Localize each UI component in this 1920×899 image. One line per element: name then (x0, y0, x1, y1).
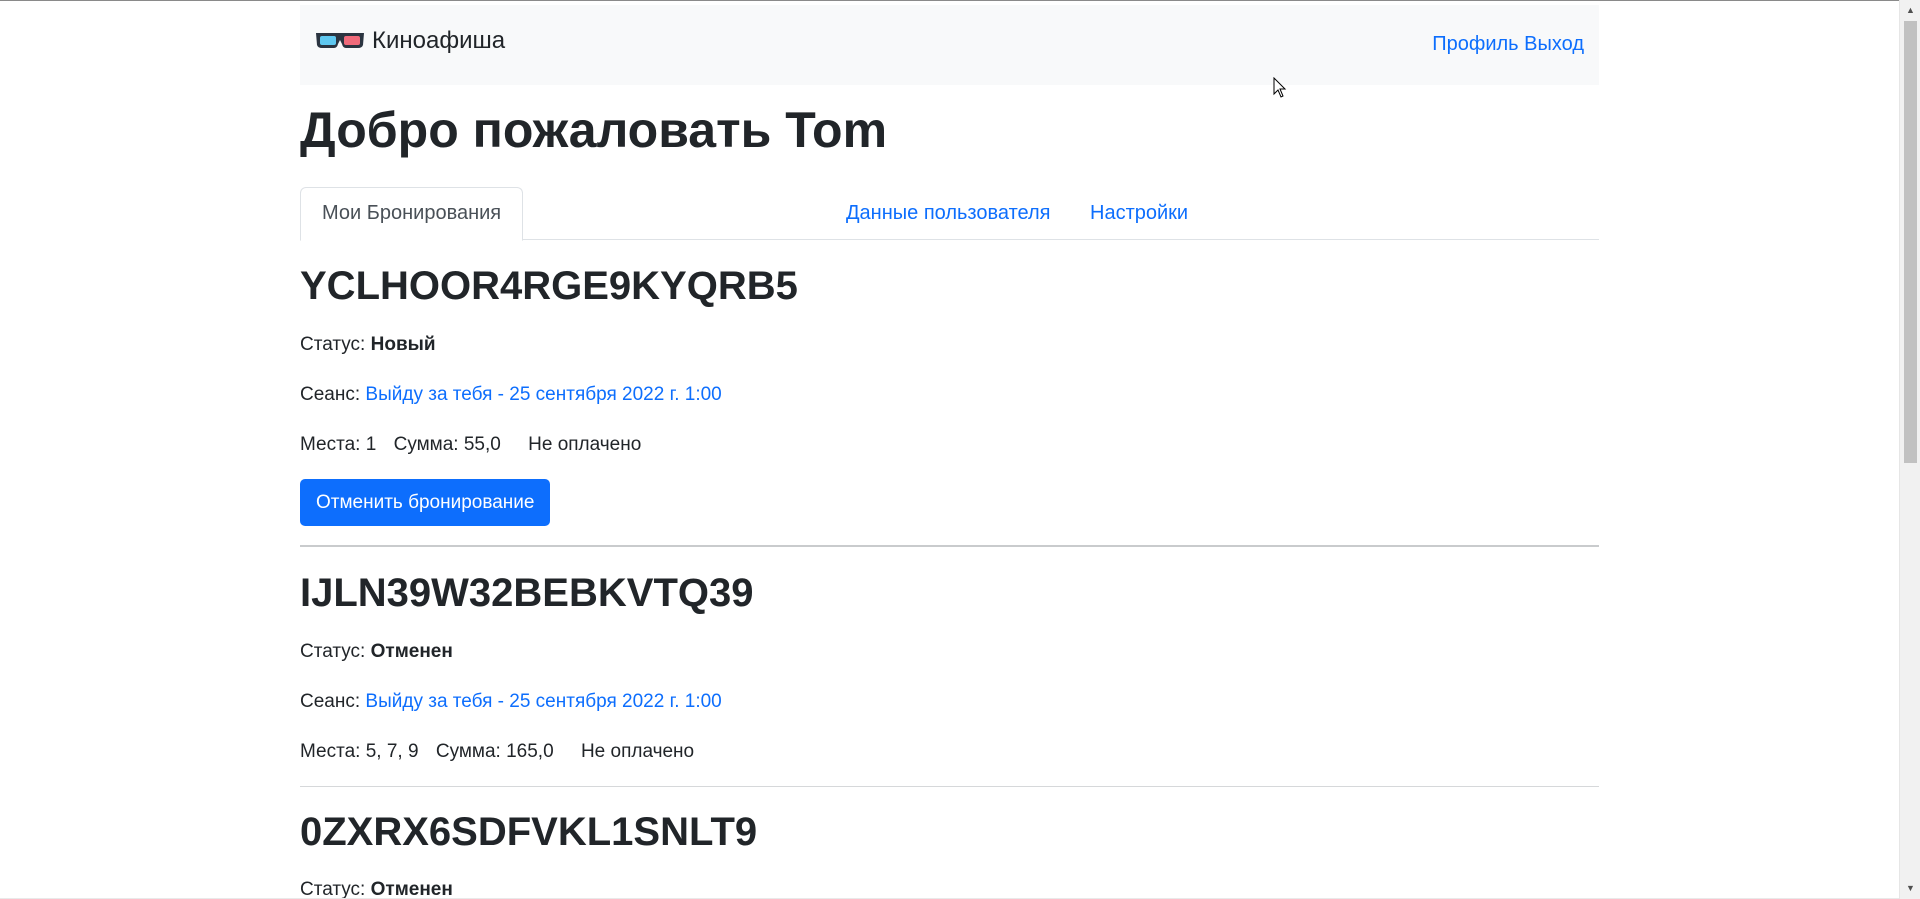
sum-value: 55,0 (463, 434, 501, 455)
profile-link[interactable]: Профиль (1432, 33, 1518, 55)
booking-divider (300, 786, 1599, 787)
tabs-bar: Мои Бронирования Данные пользователя Нас… (300, 187, 1599, 241)
booking-details-line: Места: 1 Сумма: 55,0 Не оплачено (300, 432, 641, 458)
page-title: Добро пожаловать Tom (300, 102, 888, 158)
booking-status-line: Статус: Отменен (300, 877, 453, 899)
sum-value: 165,0 (506, 741, 554, 762)
status-label: Статус: (300, 641, 366, 662)
payment-status: Не оплачено (580, 741, 695, 762)
booking-session-line: Сеанс: Выйду за тебя - 25 сентября 2022 … (300, 689, 722, 715)
session-label: Сеанс: (300, 691, 361, 712)
tab-settings[interactable]: Настройки (1069, 187, 1209, 240)
booking-status-line: Статус: Новый (300, 332, 436, 358)
seats-value: 5, 7, 9 (365, 741, 419, 762)
seats-label: Места: (300, 434, 361, 455)
status-value: Отменен (370, 879, 453, 899)
navbar: Киноафиша Профиль Выход (300, 5, 1599, 85)
brand[interactable]: Киноафиша (315, 25, 505, 57)
nav-links: Профиль Выход (1432, 33, 1584, 56)
booking-details-line: Места: 5, 7, 9 Сумма: 165,0 Не оплачено (300, 739, 694, 765)
sum-label: Сумма: (393, 434, 459, 455)
scroll-down-arrow-icon[interactable]: ▼ (1900, 878, 1920, 899)
booking-code: 0ZXRX6SDFVKL1SNLT9 (300, 810, 758, 854)
scroll-up-arrow-icon[interactable]: ▲ (1900, 0, 1920, 21)
tab-user-data[interactable]: Данные пользователя (825, 187, 1071, 240)
browser-viewport: Киноафиша Профиль Выход Добро пожаловать… (0, 0, 1899, 899)
3d-glasses-icon (315, 28, 365, 55)
booking-code: YCLHOOR4RGE9KYQRB5 (300, 264, 798, 308)
status-label: Статус: (300, 879, 366, 899)
logout-link[interactable]: Выход (1524, 33, 1584, 55)
booking-session-line: Сеанс: Выйду за тебя - 25 сентября 2022 … (300, 382, 722, 408)
status-value: Отменен (370, 641, 453, 662)
payment-status: Не оплачено (528, 434, 642, 455)
sum-label: Сумма: (435, 741, 501, 762)
status-value: Новый (370, 334, 436, 355)
seats-value: 1 (365, 434, 377, 455)
session-link[interactable]: Выйду за тебя - 25 сентября 2022 г. 1:00 (365, 384, 721, 405)
mouse-cursor-icon (1273, 76, 1287, 104)
vertical-scrollbar[interactable]: ▲ ▼ (1899, 0, 1920, 899)
session-link[interactable]: Выйду за тебя - 25 сентября 2022 г. 1:00 (365, 691, 721, 712)
booking-status-line: Статус: Отменен (300, 639, 453, 665)
session-label: Сеанс: (300, 384, 361, 405)
cancel-booking-button[interactable]: Отменить бронирование (300, 479, 551, 526)
seats-label: Места: (300, 741, 361, 762)
brand-name: Киноафиша (372, 27, 506, 54)
status-label: Статус: (300, 334, 366, 355)
booking-divider (300, 545, 1599, 547)
booking-code: IJLN39W32BEBKVTQ39 (300, 571, 754, 615)
tab-my-bookings[interactable]: Мои Бронирования (300, 187, 524, 241)
scrollbar-thumb[interactable] (1904, 21, 1917, 463)
